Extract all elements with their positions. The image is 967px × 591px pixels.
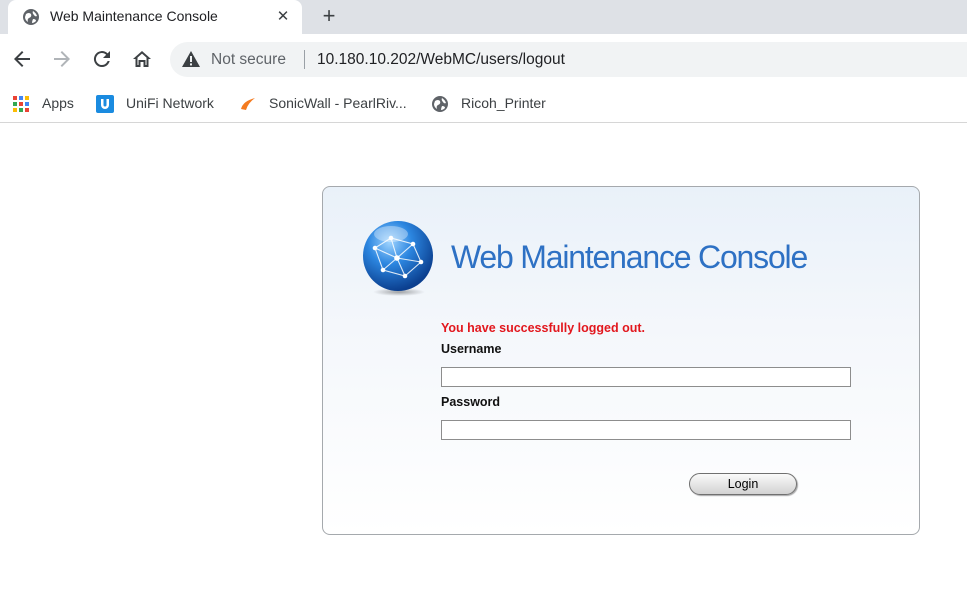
omnibox-divider [304, 50, 305, 69]
globe-icon [22, 8, 40, 26]
new-tab-button[interactable]: + [318, 5, 340, 28]
browser-toolbar: Not secure 10.180.10.202/WebMC/users/log… [0, 34, 967, 84]
reload-icon[interactable] [90, 47, 114, 71]
tab-title: Web Maintenance Console [50, 8, 218, 24]
password-field[interactable] [441, 420, 851, 440]
username-label: Username [441, 342, 502, 356]
network-globe-icon [361, 220, 435, 296]
login-panel: Web Maintenance Console You have success… [322, 186, 920, 535]
address-bar[interactable]: Not secure 10.180.10.202/WebMC/users/log… [170, 42, 967, 77]
console-title: Web Maintenance Console [451, 239, 808, 275]
bookmark-label: UniFi Network [126, 95, 214, 111]
globe-icon [431, 95, 449, 113]
logout-status-message: You have successfully logged out. [441, 321, 645, 335]
username-field[interactable] [441, 367, 851, 387]
home-icon[interactable] [130, 47, 154, 71]
security-label[interactable]: Not secure [211, 51, 286, 69]
tab-strip: Web Maintenance Console ✕ + [0, 0, 967, 34]
password-label: Password [441, 395, 501, 409]
sonicwall-icon [239, 95, 257, 113]
forward-arrow-icon[interactable] [50, 47, 74, 71]
bookmark-label: SonicWall - PearlRiv... [269, 95, 407, 111]
unifi-icon [96, 95, 114, 113]
apps-grid-icon [12, 95, 30, 113]
bookmark-label: Apps [42, 95, 74, 111]
bookmarks-bar: Apps UniFi Network SonicWall - PearlRiv.… [0, 84, 967, 123]
bookmark-label: Ricoh_Printer [461, 95, 546, 111]
close-icon[interactable]: ✕ [274, 8, 292, 26]
login-button[interactable]: Login [689, 473, 797, 495]
warning-icon[interactable] [182, 51, 200, 67]
url-text[interactable]: 10.180.10.202/WebMC/users/logout [317, 51, 565, 69]
tab-webmc[interactable]: Web Maintenance Console ✕ [8, 0, 302, 34]
back-arrow-icon[interactable] [10, 47, 34, 71]
